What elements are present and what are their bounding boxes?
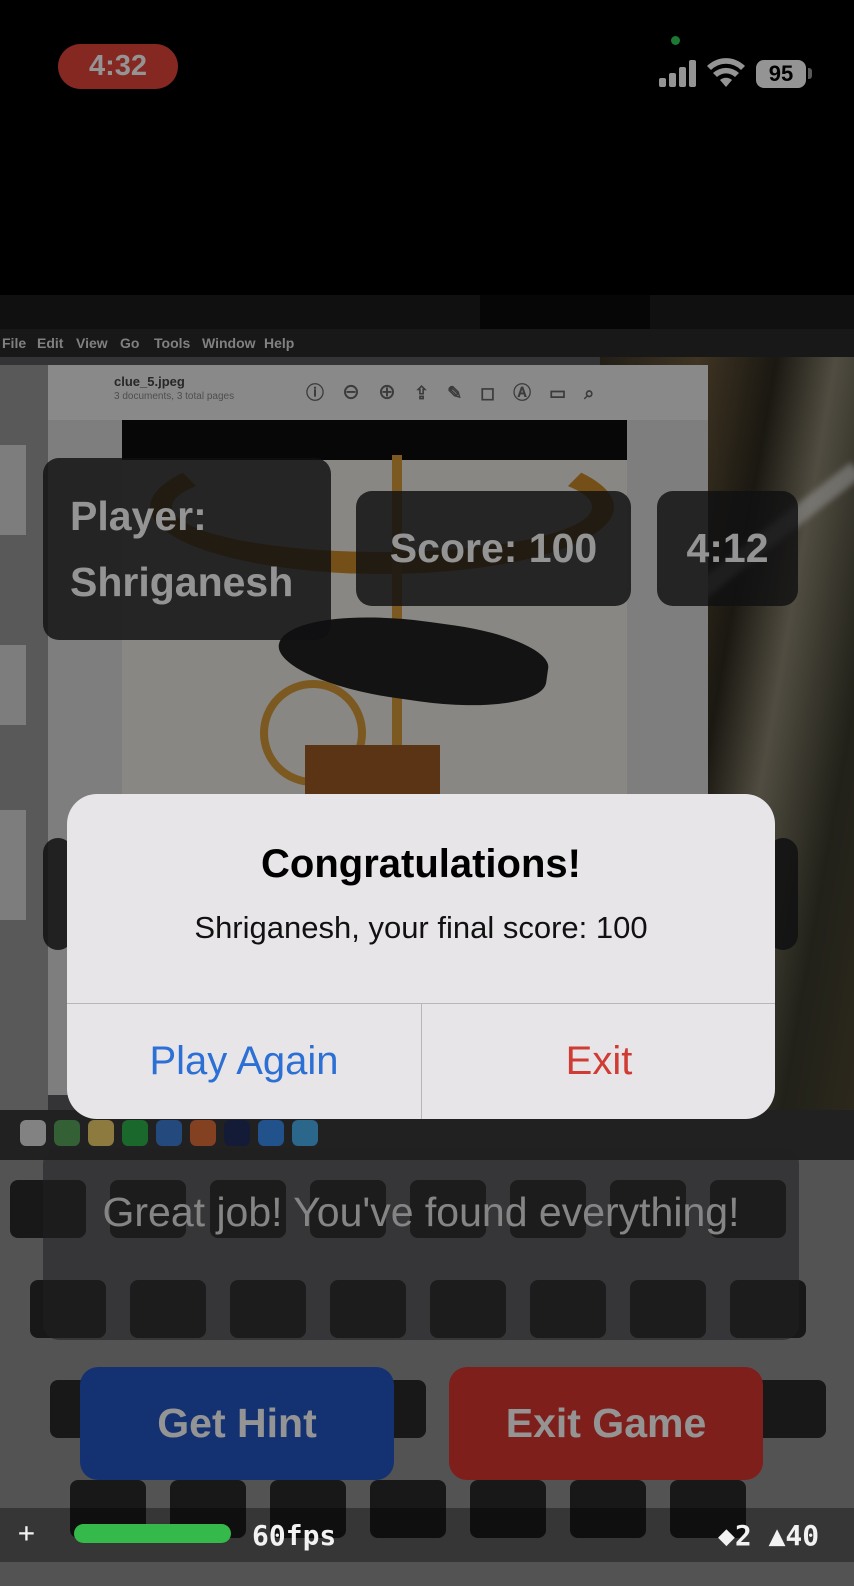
- alert-backdrop: [0, 0, 854, 1586]
- debug-stats-bar: + 60fps ◆2 ▲40: [0, 1508, 854, 1562]
- congratulations-alert: Congratulations! Shriganesh, your final …: [67, 794, 775, 1119]
- debug-plus-icon[interactable]: +: [18, 1516, 35, 1549]
- play-again-button[interactable]: Play Again: [67, 1004, 421, 1119]
- exit-button[interactable]: Exit: [422, 1004, 775, 1119]
- fps-readout: 60fps: [252, 1519, 337, 1552]
- alert-title: Congratulations!: [261, 842, 581, 886]
- fps-meter: [74, 1524, 231, 1543]
- alert-message: Shriganesh, your final score: 100: [194, 910, 648, 945]
- debug-counts: ◆2 ▲40: [718, 1519, 820, 1552]
